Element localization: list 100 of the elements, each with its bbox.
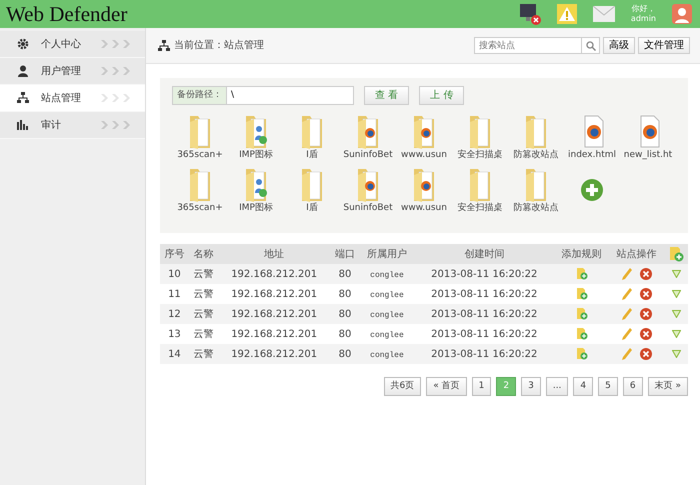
- page-button[interactable]: 6: [622, 377, 643, 396]
- table-cell: 192.168.212.201: [231, 268, 318, 280]
- sitemap-icon: [17, 92, 29, 104]
- column-header: 创建时间: [414, 244, 554, 264]
- sidebar-item[interactable]: 审计: [0, 112, 145, 139]
- table-cell: 2013-08-11 16:20:22: [431, 348, 538, 360]
- search-field[interactable]: 搜索站点: [474, 37, 582, 54]
- sidebar-item[interactable]: 用户管理: [0, 58, 145, 85]
- delete-icon[interactable]: [640, 328, 652, 340]
- page-button[interactable]: 5: [598, 377, 618, 396]
- username: admin: [630, 14, 656, 24]
- table-cell: conglee: [370, 310, 404, 320]
- action-button[interactable]: 查 看: [364, 86, 410, 105]
- file-name[interactable]: 安全扫描桌: [458, 150, 502, 161]
- add-icon[interactable]: [581, 178, 603, 200]
- table-cell: 192.168.212.201: [231, 308, 318, 320]
- file-name[interactable]: 防篡改站点: [514, 203, 558, 214]
- mail-icon[interactable]: [592, 6, 615, 22]
- file-name[interactable]: I盾: [306, 150, 318, 161]
- table-cell: 14: [168, 348, 181, 360]
- toolbar-button[interactable]: 高级: [603, 37, 635, 54]
- triangle-down-icon[interactable]: [672, 330, 681, 338]
- file-name[interactable]: SuninfoBet: [343, 150, 393, 161]
- page-button[interactable]: 4: [573, 377, 594, 396]
- column-header: 序号: [160, 244, 189, 264]
- pencil-icon[interactable]: [622, 328, 632, 340]
- page-button[interactable]: 共6页: [384, 377, 422, 396]
- file-name[interactable]: 365scan+: [177, 203, 223, 214]
- delete-icon[interactable]: [640, 308, 652, 320]
- page-button[interactable]: « 首页: [426, 377, 467, 396]
- page-button[interactable]: 3: [521, 377, 541, 396]
- file-name[interactable]: I盾: [306, 203, 318, 214]
- table-cell: 80: [338, 348, 352, 360]
- table-cell: 11: [168, 288, 181, 300]
- page-button[interactable]: 1: [472, 377, 492, 396]
- table-cell: 10: [168, 268, 181, 280]
- warning-icon[interactable]: [556, 4, 577, 24]
- delete-icon[interactable]: [640, 348, 652, 360]
- sidebar-item[interactable]: 个人中心: [0, 31, 145, 58]
- table-cell: 2013-08-11 16:20:22: [431, 268, 538, 280]
- file-name[interactable]: 365scan+: [177, 150, 223, 161]
- column-header: 名称: [188, 244, 218, 264]
- column-header: 所属用户: [359, 244, 415, 264]
- search-button[interactable]: [582, 37, 600, 54]
- action-button[interactable]: 上 传: [419, 86, 464, 105]
- pencil-icon[interactable]: [622, 308, 632, 320]
- delete-icon[interactable]: [640, 268, 652, 280]
- table-cell: 云警: [193, 328, 214, 340]
- table-cell: 云警: [193, 308, 214, 320]
- file-name[interactable]: 安全扫描桌: [458, 203, 502, 214]
- table-cell: 13: [168, 328, 181, 340]
- table-cell: conglee: [370, 270, 404, 280]
- search-icon: [586, 40, 596, 50]
- breadcrumb: 当前位置：站点管理: [174, 38, 265, 53]
- table-cell: 2013-08-11 16:20:22: [431, 308, 538, 320]
- table-cell: 云警: [193, 268, 214, 280]
- file-name[interactable]: www.usun: [401, 203, 447, 214]
- file-name[interactable]: new_list.ht: [624, 150, 672, 161]
- page-button[interactable]: 末页 »: [648, 377, 688, 396]
- table-cell: 80: [338, 268, 352, 280]
- triangle-down-icon[interactable]: [672, 310, 681, 318]
- bar-chart-icon: [17, 119, 29, 131]
- table-cell: conglee: [370, 330, 404, 340]
- file-name[interactable]: IMP图标: [239, 150, 273, 161]
- triangle-down-icon[interactable]: [672, 290, 681, 298]
- table-cell: 192.168.212.201: [231, 288, 318, 300]
- file-name[interactable]: index.html: [568, 150, 616, 161]
- table-cell: 云警: [193, 288, 214, 300]
- path-field[interactable]: \: [226, 86, 354, 105]
- toolbar-button[interactable]: 文件管理: [638, 37, 690, 54]
- avatar-icon[interactable]: [672, 4, 692, 24]
- app-title: Web Defender: [6, 4, 128, 24]
- file-name[interactable]: 防篡改站点: [514, 150, 558, 161]
- table-cell: 80: [338, 328, 352, 340]
- delete-icon[interactable]: [640, 288, 652, 300]
- table-cell: 12: [168, 308, 181, 320]
- column-header: 站点操作: [609, 244, 664, 264]
- file-name[interactable]: www.usun: [401, 150, 447, 161]
- table-cell: 云警: [193, 348, 214, 360]
- sitemap-icon: [158, 40, 170, 51]
- sidebar-item[interactable]: 站点管理: [0, 85, 145, 112]
- column-header: 端口: [330, 244, 360, 264]
- add-file-icon[interactable]: [668, 246, 684, 262]
- pencil-icon[interactable]: [622, 348, 632, 360]
- monitor-error-icon[interactable]: [518, 3, 541, 25]
- triangle-down-icon[interactable]: [672, 350, 681, 358]
- table-cell: 2013-08-11 16:20:22: [431, 328, 538, 340]
- pencil-icon[interactable]: [622, 288, 632, 300]
- table-cell: 80: [338, 308, 352, 320]
- table-cell: 2013-08-11 16:20:22: [431, 288, 538, 300]
- pencil-icon[interactable]: [622, 268, 632, 280]
- table-cell: 192.168.212.201: [231, 328, 318, 340]
- triangle-down-icon[interactable]: [672, 270, 681, 278]
- page-button[interactable]: ...: [546, 377, 568, 396]
- gear-icon: [17, 38, 29, 50]
- user-icon: [17, 65, 29, 77]
- greeting-text: 你好，: [630, 4, 656, 14]
- table-cell: 80: [338, 288, 352, 300]
- file-name[interactable]: IMP图标: [239, 203, 273, 214]
- file-name[interactable]: SuninfoBet: [343, 203, 393, 214]
